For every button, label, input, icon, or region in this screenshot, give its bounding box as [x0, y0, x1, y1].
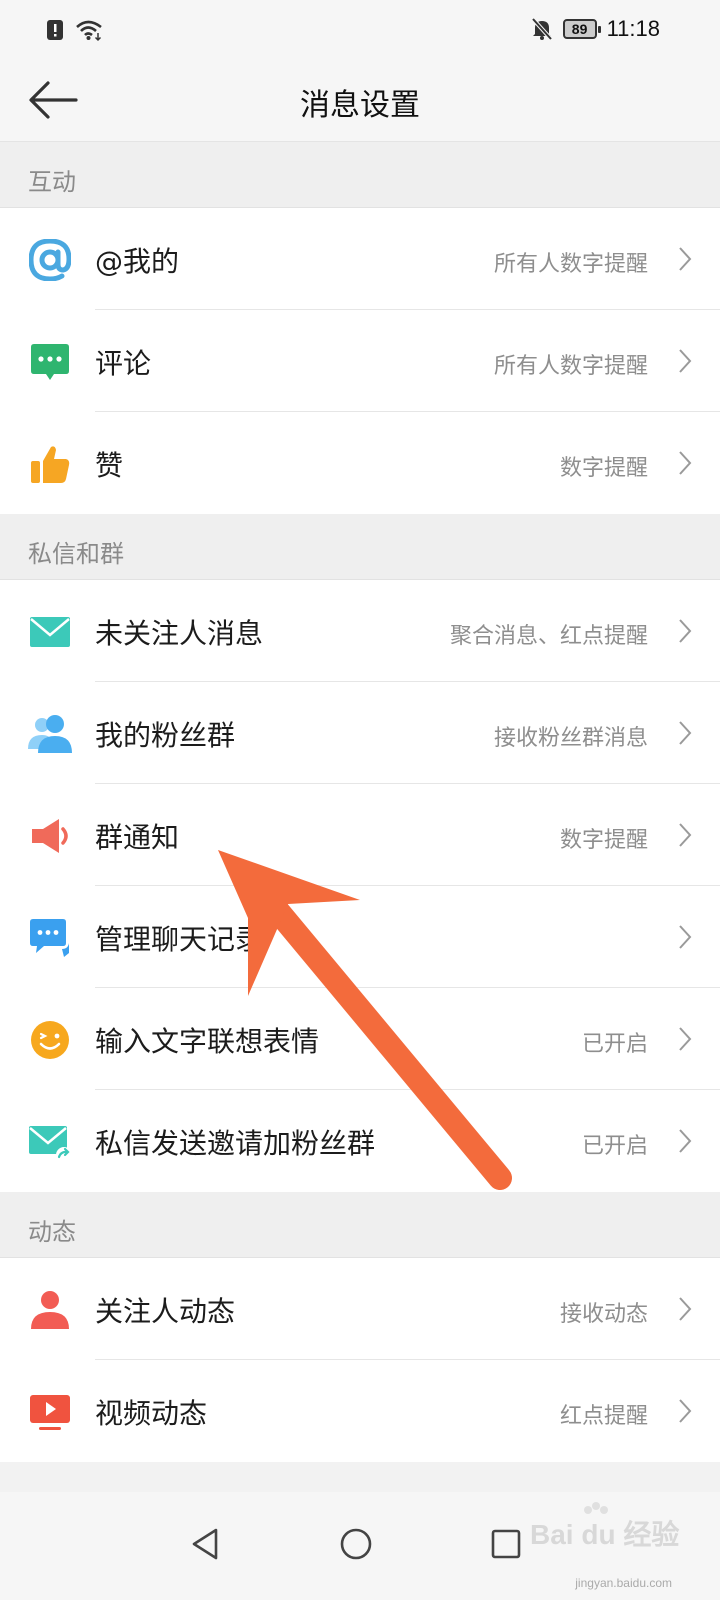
nav-recents-button[interactable] — [486, 1524, 526, 1564]
chevron-right-icon — [679, 1297, 692, 1321]
chevron-right-icon — [679, 1399, 692, 1423]
chevron-right-icon — [679, 247, 692, 271]
row-likes[interactable]: 赞 数字提醒 — [0, 412, 720, 514]
video-play-icon — [28, 1390, 72, 1434]
home-circle-icon — [340, 1528, 372, 1560]
chevron-right-icon — [679, 349, 692, 373]
nav-home-button[interactable] — [336, 1524, 376, 1564]
chevron-right-icon — [679, 823, 692, 847]
row-label: 我的粉丝群 — [95, 719, 236, 752]
row-manage-chat-history[interactable]: 管理聊天记录 — [0, 886, 720, 988]
chat-manage-icon — [28, 916, 72, 960]
baidu-paw-icon: Bai du 经验 — [530, 1502, 679, 1550]
row-value: 接收粉丝群消息 — [493, 726, 648, 751]
title-bar: 消息设置 — [0, 60, 720, 142]
row-label: 私信发送邀请加粉丝群 — [95, 1127, 376, 1160]
section-header-interaction: 互动 — [0, 142, 720, 208]
row-value: 所有人数字提醒 — [493, 252, 648, 277]
mute-bell-icon — [531, 17, 553, 41]
list-messages-groups: 未关注人消息 聚合消息、红点提醒 我的粉丝群 接收粉丝群消息 群通知 数字提醒 — [0, 580, 720, 1192]
row-label: 关注人动态 — [95, 1295, 236, 1328]
row-value: 数字提醒 — [559, 456, 648, 481]
chevron-right-icon — [679, 619, 692, 643]
row-group-notifications[interactable]: 群通知 数字提醒 — [0, 784, 720, 886]
back-triangle-icon — [192, 1528, 218, 1560]
recents-square-icon — [491, 1529, 521, 1559]
nav-back-button[interactable] — [186, 1524, 226, 1564]
alert-icon — [47, 20, 63, 40]
section-title: 私信和群 — [28, 540, 124, 568]
section-header-feed: 动态 — [0, 1192, 720, 1258]
row-fan-groups[interactable]: 我的粉丝群 接收粉丝群消息 — [0, 682, 720, 784]
list-interaction: @我的 所有人数字提醒 评论 所有人数字提醒 赞 数字提醒 — [0, 208, 720, 514]
row-video-activity[interactable]: 视频动态 红点提醒 — [0, 1360, 720, 1462]
row-following-activity[interactable]: 关注人动态 接收动态 — [0, 1258, 720, 1360]
row-label: 管理聊天记录 — [95, 923, 264, 956]
row-value: 接收动态 — [559, 1302, 648, 1327]
chevron-right-icon — [679, 721, 692, 745]
chevron-right-icon — [679, 1027, 692, 1051]
row-label: 未关注人消息 — [95, 617, 264, 650]
status-bar: 89 11:18 — [0, 0, 720, 60]
section-title: 动态 — [28, 1218, 76, 1246]
battery-level: 89 — [571, 21, 588, 37]
status-time: 11:18 — [606, 16, 660, 41]
row-emoji-suggestions[interactable]: 输入文字联想表情 已开启 — [0, 988, 720, 1090]
envelope-share-icon — [28, 1120, 72, 1164]
watermark-url: jingyan.baidu.com — [575, 1576, 672, 1590]
chevron-right-icon — [679, 451, 692, 475]
row-unfollowed-messages[interactable]: 未关注人消息 聚合消息、红点提醒 — [0, 580, 720, 682]
row-value: 所有人数字提醒 — [493, 354, 648, 379]
at-icon — [28, 238, 72, 282]
row-label: 赞 — [95, 449, 124, 482]
page-title: 消息设置 — [300, 88, 420, 123]
row-dm-invite-fan-group[interactable]: 私信发送邀请加粉丝群 已开启 — [0, 1090, 720, 1192]
row-label: 视频动态 — [95, 1397, 208, 1430]
group-icon — [28, 712, 72, 756]
row-comments[interactable]: 评论 所有人数字提醒 — [0, 310, 720, 412]
section-title: 互动 — [28, 168, 76, 196]
row-value: 红点提醒 — [559, 1404, 648, 1429]
row-label: 群通知 — [95, 821, 180, 854]
comment-icon — [28, 340, 72, 384]
baidu-jingyan-watermark: Bai du 经验 — [530, 1500, 680, 1570]
list-feed: 关注人动态 接收动态 视频动态 红点提醒 — [0, 1258, 720, 1462]
envelope-icon — [28, 610, 72, 654]
row-label: @我的 — [95, 245, 180, 278]
person-icon — [28, 1288, 72, 1332]
row-value: 已开启 — [581, 1032, 648, 1057]
megaphone-icon — [28, 814, 72, 858]
row-value: 已开启 — [581, 1134, 648, 1159]
row-value: 数字提醒 — [559, 828, 648, 853]
row-label: 评论 — [95, 347, 152, 380]
row-at-me[interactable]: @我的 所有人数字提醒 — [0, 208, 720, 310]
row-value: 聚合消息、红点提醒 — [449, 624, 648, 649]
thumb-up-icon — [28, 442, 72, 486]
smiley-icon — [28, 1018, 72, 1062]
wifi-icon — [76, 20, 102, 42]
chevron-right-icon — [679, 925, 692, 949]
row-label: 输入文字联想表情 — [95, 1025, 320, 1058]
watermark-logo: Bai du 经验 — [530, 1518, 679, 1550]
section-header-messages-groups: 私信和群 — [0, 514, 720, 580]
chevron-right-icon — [679, 1129, 692, 1153]
battery-icon: 89 — [562, 19, 601, 39]
